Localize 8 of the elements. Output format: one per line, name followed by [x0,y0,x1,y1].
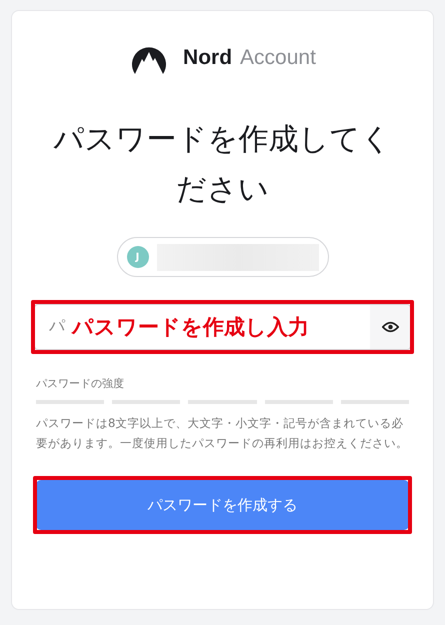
brand-name: Nord [183,46,232,70]
password-hint: パスワードは8文字以上で、大文字・小文字・記号が含まれている必要があります。一度使用したパスワードの再利用はお控えください。 [36,415,409,452]
strength-label: パスワードの強度 [36,376,125,391]
product-name: Account [240,46,316,70]
page-heading: パスワードを作成してください [52,121,392,209]
account-chip[interactable]: J [116,237,328,277]
create-password-button[interactable]: パスワードを作成する [36,480,409,530]
avatar-initial: J [126,246,148,268]
